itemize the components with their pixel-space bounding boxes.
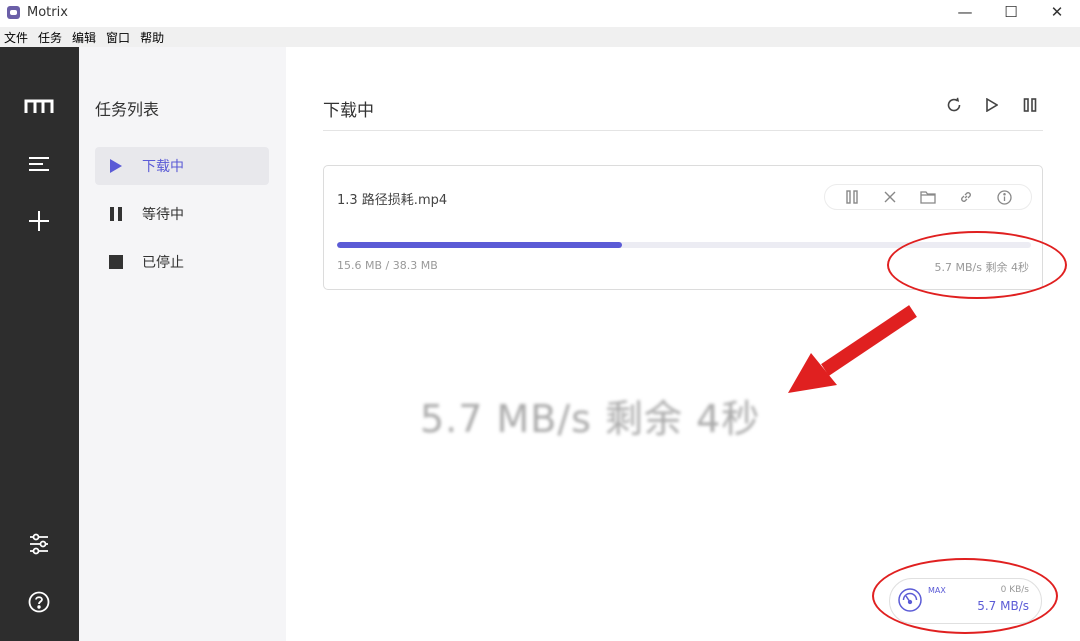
pause-all-icon[interactable] [1020,95,1040,115]
upload-speed: 0 KB/s [1000,585,1029,595]
task-list-sidebar: 任务列表 下载中 等待中 已停止 [79,47,286,641]
sidebar-item-waiting[interactable]: 等待中 [95,195,269,233]
progress-fill [337,242,622,248]
refresh-icon[interactable] [944,95,964,115]
plus-icon[interactable] [22,204,56,238]
title-bar: Motrix — ☐ ✕ [0,0,1080,24]
sidebar-item-label: 已停止 [142,255,184,271]
speedometer-icon [897,587,923,613]
sidebar-item-downloading[interactable]: 下载中 [95,147,269,185]
download-speed: 5.7 MB/s [977,599,1029,613]
meter-max-label: MAX [928,586,946,595]
menu-window[interactable]: 窗口 [102,29,134,46]
menu-file[interactable]: 文件 [0,29,32,46]
maximize-button[interactable]: ☐ [988,0,1034,24]
pause-icon[interactable] [843,188,861,206]
nav-rail [0,47,79,641]
delete-icon[interactable] [881,188,899,206]
task-name: 1.3 路径损耗.mp4 [337,193,448,208]
app-logo-icon [7,5,20,19]
sidebar-item-label: 等待中 [142,207,184,223]
link-icon[interactable] [957,188,975,206]
preferences-icon[interactable] [22,527,56,561]
play-icon [109,159,123,173]
menu-edit[interactable]: 编辑 [68,29,100,46]
menu-icon[interactable] [22,147,56,181]
pause-icon [109,207,123,221]
speed-callout: 5.7 MB/s 剩余 4秒 [420,397,761,441]
page-title: 下载中 [323,101,374,121]
title-divider [323,130,1043,131]
menu-task[interactable]: 任务 [34,29,66,46]
menu-bar: 文件 任务 编辑 窗口 帮助 [0,27,1080,47]
sidebar-item-label: 下载中 [142,159,184,175]
task-actions [944,95,1040,115]
menu-help[interactable]: 帮助 [136,29,168,46]
window-controls: — ☐ ✕ [942,0,1080,24]
info-icon[interactable] [995,188,1013,206]
resume-all-icon[interactable] [982,95,1002,115]
folder-icon[interactable] [919,188,937,206]
minimize-button[interactable]: — [942,0,988,24]
sidebar-title: 任务列表 [95,100,160,119]
annotation-ellipse-speed [887,231,1067,299]
help-icon[interactable] [22,585,56,619]
task-size: 15.6 MB / 38.3 MB [337,259,438,272]
speed-meter[interactable]: MAX 0 KB/s 5.7 MB/s [889,578,1042,624]
task-toolbar [824,184,1032,210]
logo-icon[interactable] [22,89,56,123]
stop-icon [109,255,123,269]
annotation-arrow [788,305,917,393]
window-title: Motrix [27,4,68,20]
sidebar-item-stopped[interactable]: 已停止 [95,243,269,281]
close-button[interactable]: ✕ [1034,0,1080,24]
main-panel: 下载中 1.3 路径损耗.mp4 15.6 MB / 38.3 MB 5.7 M… [286,47,1080,641]
